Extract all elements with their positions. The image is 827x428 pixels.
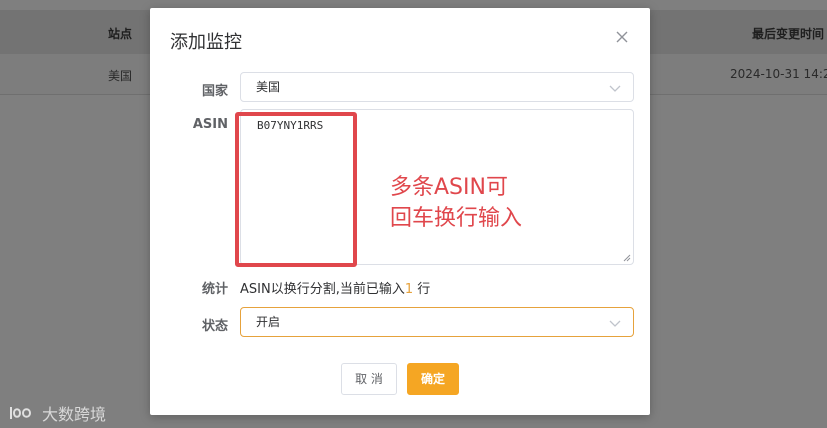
stats-count: 1 [404,282,414,297]
annotation-line-2: 回车换行输入 [390,206,523,231]
country-label: 国家 [201,84,228,99]
chevron-down-icon [609,320,621,327]
resize-handle-icon[interactable] [623,254,631,262]
stats-prefix: ASIN以换行分割,当前已输入 [240,282,405,297]
dashu-logo-icon [10,407,32,419]
header-site: 站点 [108,27,133,41]
row-last-change: 2024-10-31 14:21 [730,67,827,81]
stats-text: ASIN以换行分割,当前已输入1 行 [240,278,430,297]
annotation-box [235,112,357,267]
status-label: 状态 [201,319,228,334]
country-value: 美国 [256,80,281,94]
header-last-change: 最后变更时间 [752,27,825,41]
annotation-text: 多条ASIN可 回车换行输入 [390,172,522,234]
status-select[interactable]: 开启 [240,307,634,337]
cancel-button[interactable]: 取 消 [341,363,397,395]
annotation-line-1: 多条ASIN可 [390,175,508,200]
stats-suffix: 行 [413,282,431,297]
chevron-down-icon [609,85,621,92]
watermark: 大数跨境 [8,401,106,425]
dialog-title: 添加监控 [170,32,242,53]
country-select[interactable]: 美国 [240,72,634,102]
asin-label: ASIN [192,117,228,132]
confirm-button[interactable]: 确定 [407,363,459,395]
status-value: 开启 [256,315,281,329]
add-monitor-dialog: 添加监控 国家 美国 ASIN B07YNY1RRS 多条ASIN可 回车换行输… [150,8,650,415]
watermark-text: 大数跨境 [42,405,107,424]
stats-label: 统计 [201,282,228,297]
row-site: 美国 [108,69,133,83]
close-icon[interactable] [613,28,631,46]
